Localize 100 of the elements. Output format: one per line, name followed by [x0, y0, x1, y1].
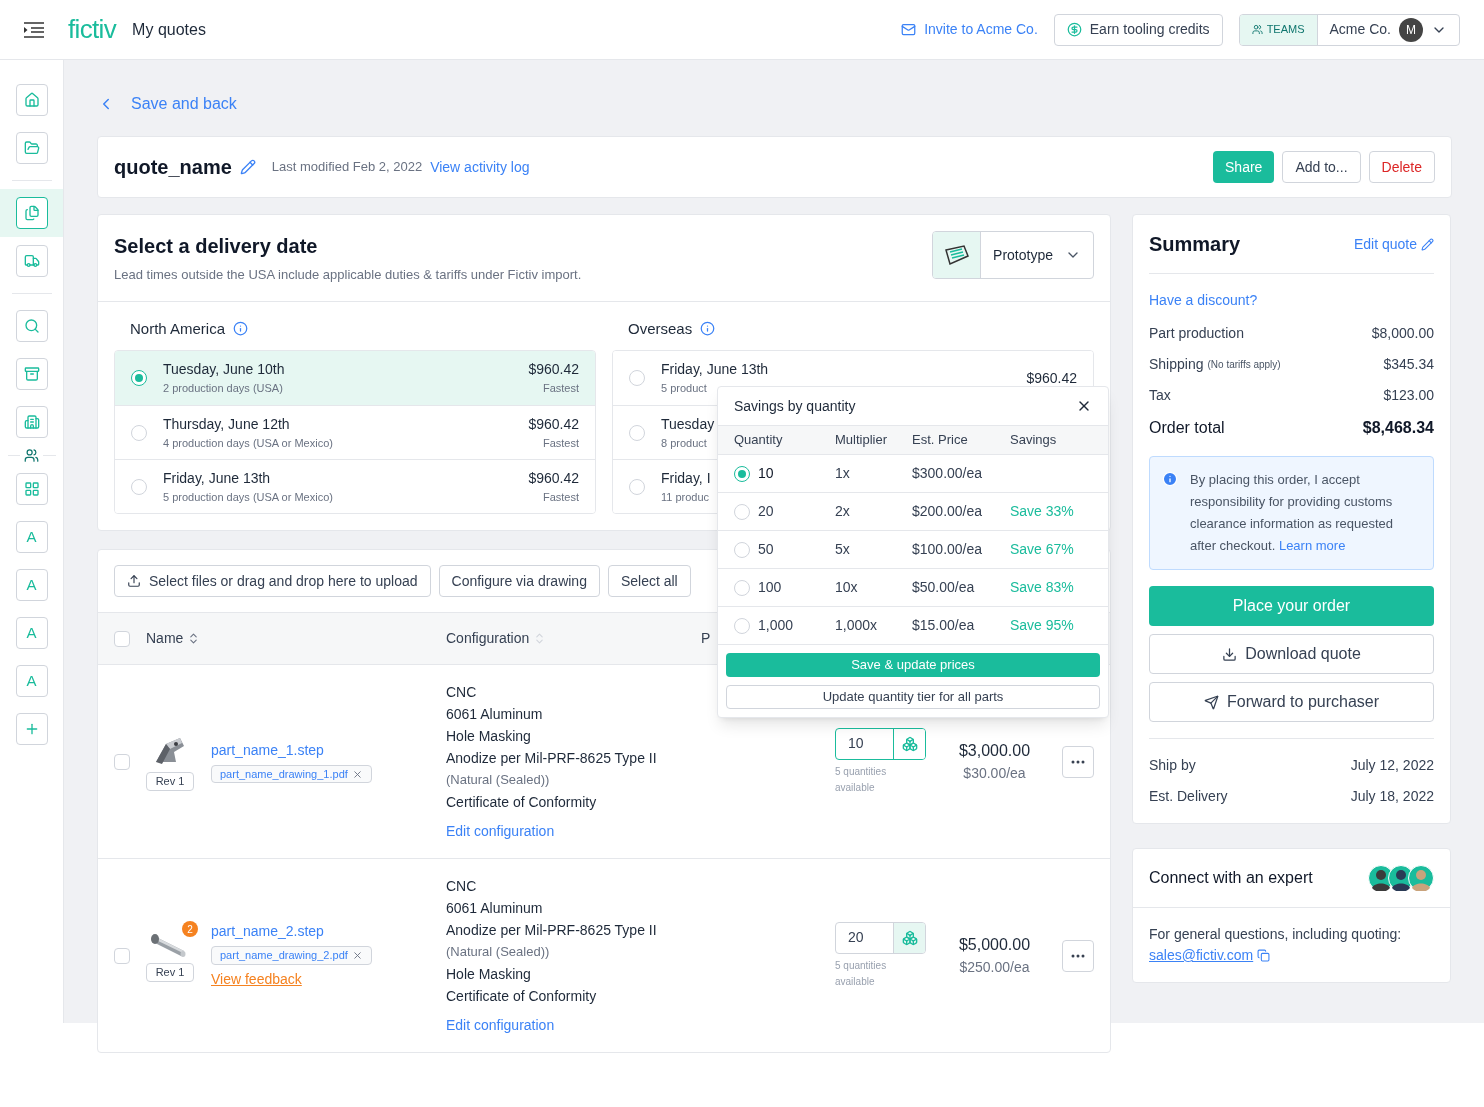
archive-icon: [23, 366, 40, 382]
quantity-input[interactable]: 20: [835, 921, 926, 954]
production-days: 5 product: [661, 380, 707, 397]
checkbox[interactable]: [114, 630, 130, 647]
sidebar-item[interactable]: [15, 473, 48, 505]
edit-configuration-link[interactable]: Edit configuration: [446, 821, 835, 842]
earn-credits-button[interactable]: Earn tooling credits: [1053, 13, 1223, 46]
quantity-input[interactable]: 10: [835, 727, 926, 760]
process-select[interactable]: Prototype: [932, 231, 1094, 279]
sidebar-item[interactable]: [15, 84, 48, 116]
edit-configuration-link[interactable]: Edit configuration: [446, 1015, 835, 1036]
grid-icon: [23, 481, 40, 497]
truck-icon: [23, 253, 40, 269]
sidebar-item[interactable]: [15, 713, 48, 745]
search-icon: [23, 318, 40, 334]
production-days: 8 product: [661, 434, 707, 452]
tier-quantity: 100: [758, 578, 782, 597]
delivery-date: Friday, I: [661, 468, 711, 488]
radio-button[interactable]: [734, 579, 750, 596]
configuration-line: Anodize per Mil-PRF-8625 Type II: [446, 749, 658, 768]
delivery-option[interactable]: Tuesday, June 10th 2 production days (USA) $960.42 Fastest: [115, 351, 595, 405]
quantity-tiers-button[interactable]: [893, 922, 925, 953]
quantity-tier-row[interactable]: 100 10x $50.00/ea Save 83%: [718, 569, 1108, 607]
radio-button[interactable]: [734, 465, 750, 482]
configure-drawing-button[interactable]: Configure via drawing: [438, 565, 600, 597]
radio-button[interactable]: [131, 424, 147, 441]
quantities-available: 5 quantities available: [835, 764, 888, 795]
learn-more-link[interactable]: Learn more: [1278, 538, 1346, 553]
forward-button[interactable]: Forward to purchaser: [1149, 682, 1434, 722]
expert-text: For general questions, including quoting:: [1149, 925, 1403, 944]
quantity-tier-row[interactable]: 20 2x $200.00/ea Save 33%: [718, 493, 1108, 531]
activity-log-link[interactable]: View activity log: [430, 156, 530, 178]
part-file-link[interactable]: part_name_2.step: [211, 921, 324, 943]
part-file-link[interactable]: part_name_1.step: [211, 739, 324, 761]
download-quote-button[interactable]: Download quote: [1149, 634, 1434, 674]
radio-button[interactable]: [734, 503, 750, 520]
delivery-price: $960.42: [528, 468, 579, 488]
tier-price: $50.00/ea: [912, 578, 976, 597]
menu-icon: [24, 21, 44, 38]
tier-quantity: 1,000: [758, 616, 794, 635]
tier-price: $200.00/ea: [912, 502, 984, 521]
add-to-button[interactable]: Add to...: [1282, 151, 1361, 183]
more-button[interactable]: [1062, 939, 1094, 972]
copy-icon: [1257, 949, 1271, 962]
quantity-tiers-button[interactable]: [893, 728, 925, 759]
account-menu[interactable]: Acme Co. M: [1317, 14, 1459, 45]
configuration-line: Hole Masking: [446, 727, 532, 746]
delivery-option[interactable]: Friday, June 13th 5 production days (USA or Mexico) $960.42 Fastest: [115, 459, 595, 513]
delete-button[interactable]: Delete: [1368, 151, 1435, 183]
radio-button[interactable]: [629, 370, 645, 386]
summary-value: $345.34: [1383, 355, 1434, 374]
radio-button[interactable]: [131, 478, 147, 495]
home-icon: [23, 92, 40, 108]
radio-button[interactable]: [629, 424, 645, 441]
invite-link[interactable]: Invite to Acme Co.: [901, 19, 1038, 40]
column-header[interactable]: Name: [146, 628, 446, 649]
discount-link[interactable]: Have a discount?: [1149, 290, 1434, 311]
drawing-file-tag[interactable]: part_name_drawing_1.pdf: [211, 764, 372, 784]
update-all-parts-button[interactable]: Update quantity tier for all parts: [726, 685, 1100, 709]
production-days: 4 production days (USA or Mexico): [163, 434, 513, 452]
radio-button[interactable]: [131, 370, 147, 386]
delivery-date: Thursday, June 12th: [163, 414, 291, 434]
radio-button[interactable]: [734, 541, 750, 558]
drawing-file-tag[interactable]: part_name_drawing_2.pdf: [211, 946, 372, 965]
more-button[interactable]: [1062, 745, 1094, 778]
more-icon: [1071, 759, 1085, 764]
radio-button[interactable]: [629, 478, 645, 495]
sidebar-item[interactable]: [15, 132, 48, 164]
revision-label: Rev 1: [146, 963, 194, 982]
sidebar-item[interactable]: [15, 358, 48, 390]
configuration-line: Hole Masking: [446, 965, 532, 984]
sidebar-item[interactable]: [15, 406, 48, 438]
email-link[interactable]: sales@fictiv.com: [1149, 945, 1254, 966]
tier-multiplier: 2x: [835, 502, 851, 521]
tier-savings: Save 95%: [1010, 616, 1075, 635]
unit-price: $30.00/ea: [963, 764, 1026, 783]
select-all-button[interactable]: Select all: [607, 565, 691, 597]
quantity-tier-row[interactable]: 50 5x $100.00/ea Save 67%: [718, 531, 1108, 569]
upload-button[interactable]: Select files or drag and drop here to upload: [114, 565, 431, 597]
quantity-tier-row[interactable]: 10 1x $300.00/ea: [718, 455, 1108, 493]
user-avatar: M: [1399, 17, 1423, 42]
checkbox[interactable]: [114, 947, 130, 964]
column-header: Multiplier: [835, 431, 888, 450]
column-header[interactable]: P: [701, 628, 711, 649]
quantity-tier-row[interactable]: 1,000 1,000x $15.00/ea Save 95%: [718, 607, 1108, 645]
configuration-line: Certificate of Conformity: [446, 793, 598, 812]
upload-icon: [127, 574, 141, 588]
folder-icon: [23, 140, 40, 156]
column-header[interactable]: Configuration: [446, 628, 701, 649]
tier-price: $300.00/ea: [912, 464, 984, 483]
sidebar-item[interactable]: [15, 245, 48, 277]
radio-button[interactable]: [734, 617, 750, 634]
checkbox[interactable]: [114, 753, 130, 770]
unit-price: $250.00/ea: [959, 958, 1030, 977]
sidebar-item[interactable]: [15, 197, 48, 229]
mail-icon: [901, 22, 917, 37]
sidebar-item[interactable]: [15, 310, 48, 342]
quote-name: quote_name: [114, 155, 232, 180]
delivery-price: $960.42: [528, 414, 579, 434]
edit-quote-link[interactable]: Edit quote: [1353, 233, 1434, 255]
